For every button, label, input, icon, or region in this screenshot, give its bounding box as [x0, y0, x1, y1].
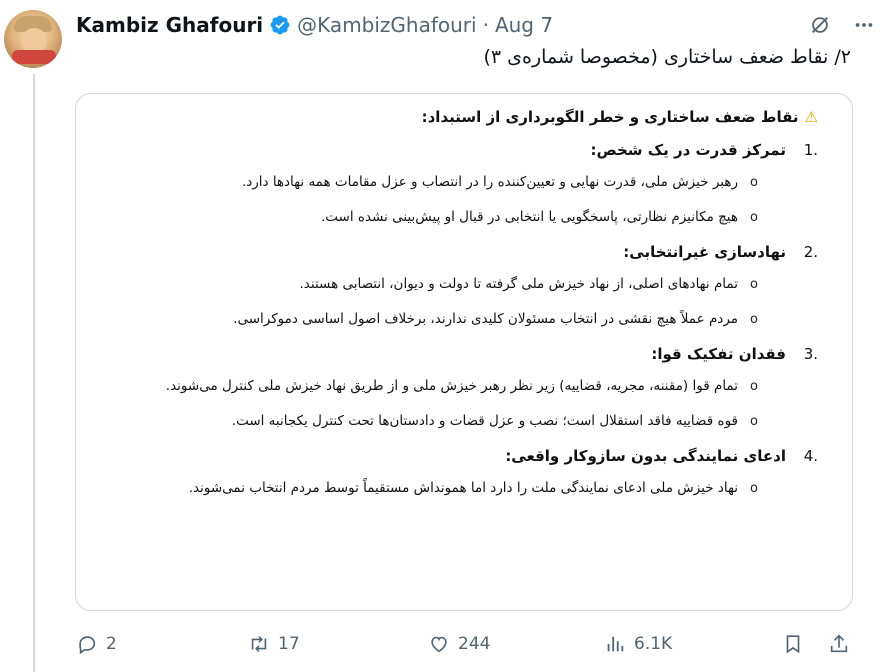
- grok-icon[interactable]: [807, 12, 833, 38]
- bullet-list: رهبر خیزش ملی، قدرت نهایی و تعیین‌کننده …: [128, 170, 818, 230]
- document-content: ⚠ نقاط ضعف ساختاری و خطر الگوبرداری از ا…: [128, 104, 818, 511]
- section-2: 2. نهادسازی غیرانتخابی: تمام نهادهای اصل…: [128, 240, 818, 332]
- views-icon: [607, 636, 624, 652]
- section-4: 4. ادعای نمایندگی بدون سازوکار واقعی: نه…: [128, 444, 818, 501]
- bullet-list: تمام نهادهای اصلی، از نهاد خیزش ملی گرفت…: [128, 272, 818, 332]
- views-button[interactable]: 6.1K: [604, 628, 672, 660]
- document-title: ⚠ نقاط ضعف ساختاری و خطر الگوبرداری از ا…: [128, 104, 818, 130]
- like-count: 244: [458, 634, 491, 654]
- section-heading: 1. تمرکز قدرت در یک شخص:: [128, 138, 818, 162]
- section-number: 3.: [803, 345, 818, 363]
- tweet-text: ۲/ نقاط ضعف ساختاری (مخصوصا شماره‌ی ۳): [483, 46, 851, 68]
- tweet-action-bar: 2 17 244 6.1K: [76, 628, 854, 660]
- warning-icon: ⚠: [804, 108, 818, 126]
- tweet-header: Kambiz Ghafouri @KambizGhafouri · Aug 7: [76, 12, 553, 38]
- section-title: تمرکز قدرت در یک شخص:: [590, 141, 786, 159]
- bullet-list: تمام قوا (مقننه، مجریه، قضاییه) زیر نظر …: [128, 374, 818, 434]
- reply-count: 2: [106, 634, 117, 654]
- reply-icon: [79, 636, 96, 655]
- header-separator: ·: [482, 13, 489, 37]
- thread-connector-line: [33, 74, 35, 672]
- bullet-item: هیچ مکانیزم نظارتی، پاسخگویی یا انتخابی …: [128, 205, 758, 230]
- section-number: 1.: [803, 141, 818, 159]
- section-title: فقدان تفکیک قوا:: [651, 345, 786, 363]
- like-button[interactable]: 244: [428, 628, 490, 660]
- repost-icon: [251, 636, 267, 652]
- bullet-list: نهاد خیزش ملی ادعای نمایندگی ملت را دارد…: [128, 476, 818, 501]
- section-number: 4.: [803, 447, 818, 465]
- bullet-item: رهبر خیزش ملی، قدرت نهایی و تعیین‌کننده …: [128, 170, 758, 195]
- bookmark-button[interactable]: [782, 628, 804, 660]
- section-heading: 4. ادعای نمایندگی بدون سازوکار واقعی:: [128, 444, 818, 468]
- section-number: 2.: [803, 243, 818, 261]
- bullet-item: قوه قضاییه فاقد استقلال است؛ نصب و عزل ق…: [128, 409, 758, 434]
- reply-button[interactable]: 2: [76, 628, 117, 660]
- share-button[interactable]: [828, 628, 850, 660]
- section-title: نهادسازی غیرانتخابی:: [623, 243, 786, 261]
- attached-image-card[interactable]: ⚠ نقاط ضعف ساختاری و خطر الگوبرداری از ا…: [75, 93, 853, 611]
- section-3: 3. فقدان تفکیک قوا: تمام قوا (مقننه، مجر…: [128, 342, 818, 434]
- avatar-scarf-shape: [12, 50, 56, 64]
- document-title-text: نقاط ضعف ساختاری و خطر الگوبرداری از است…: [421, 108, 799, 126]
- section-heading: 3. فقدان تفکیک قوا:: [128, 342, 818, 366]
- bookmark-icon: [786, 635, 800, 654]
- section-title: ادعای نمایندگی بدون سازوکار واقعی:: [505, 447, 786, 465]
- more-icon[interactable]: [851, 12, 877, 38]
- verified-badge-icon[interactable]: [269, 14, 291, 36]
- section-1: 1. تمرکز قدرت در یک شخص: رهبر خیزش ملی، …: [128, 138, 818, 230]
- repost-count: 17: [278, 634, 300, 654]
- section-heading: 2. نهادسازی غیرانتخابی:: [128, 240, 818, 264]
- bullet-item: نهاد خیزش ملی ادعای نمایندگی ملت را دارد…: [128, 476, 758, 501]
- heart-icon: [431, 636, 447, 653]
- avatar[interactable]: [4, 10, 62, 68]
- tweet-date[interactable]: Aug 7: [495, 13, 553, 37]
- bullet-item: تمام قوا (مقننه، مجریه، قضاییه) زیر نظر …: [128, 374, 758, 399]
- bullet-item: تمام نهادهای اصلی، از نهاد خیزش ملی گرفت…: [128, 272, 758, 297]
- author-display-name[interactable]: Kambiz Ghafouri: [76, 13, 263, 37]
- header-actions: [807, 12, 877, 38]
- repost-button[interactable]: 17: [248, 628, 300, 660]
- views-count: 6.1K: [634, 634, 673, 654]
- author-handle[interactable]: @KambizGhafouri: [297, 13, 476, 37]
- bullet-item: مردم عملاً هیچ نقشی در انتخاب مسئولان کل…: [128, 307, 758, 332]
- share-icon: [830, 634, 848, 653]
